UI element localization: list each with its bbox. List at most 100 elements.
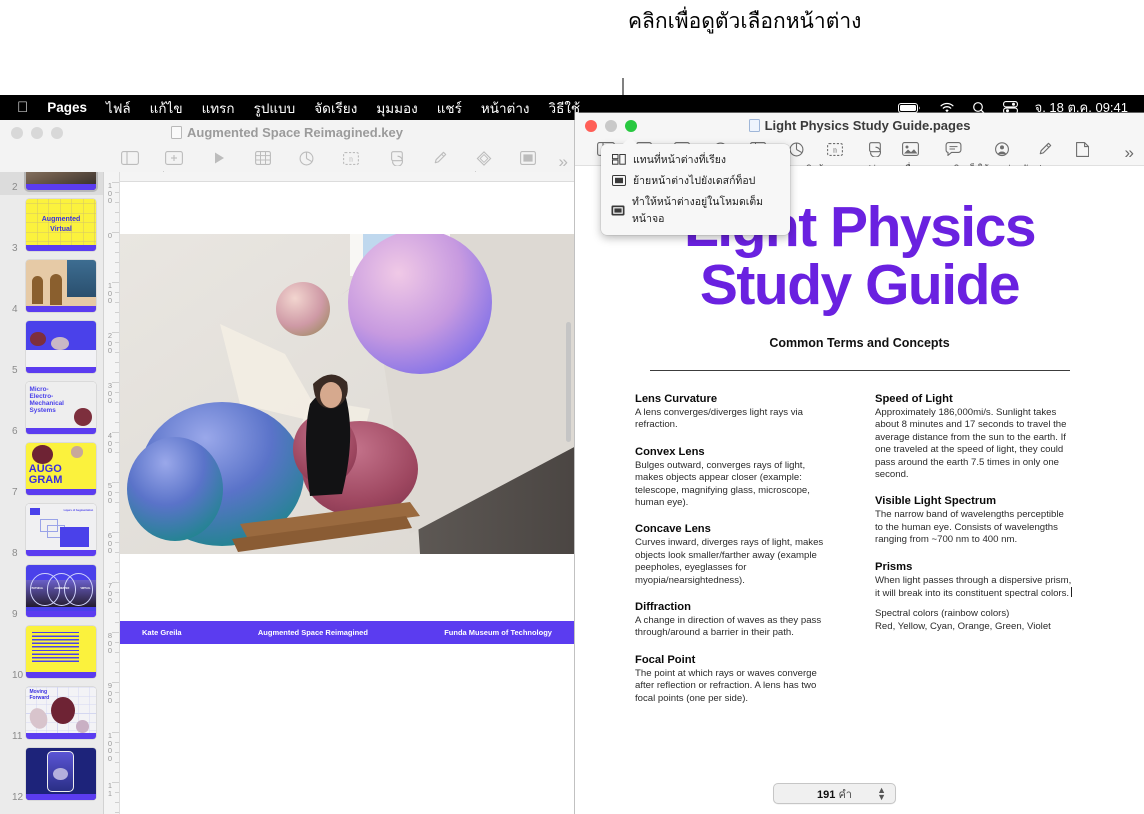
window-options-dropdown[interactable]: แทนที่หน้าต่างที่เรียง ย้ายหน้าต่างไปยัง… [601, 144, 790, 235]
keynote-canvas[interactable]: 1000100200300400500600700800900100011 [104, 172, 574, 814]
ruler-tick-mark [115, 652, 119, 653]
keynote-title-bar[interactable]: Augmented Space Reimagined.key มุมมอง เพ… [0, 120, 574, 172]
slide-thumbnail[interactable]: AUGOGRAM [26, 443, 96, 495]
document-term-body: Bulges outward, converges rays of light,… [635, 460, 833, 510]
slide-thumbnail[interactable]: AugmentedVirtual [26, 199, 96, 251]
slide-thumbnail-footer-bar [26, 672, 96, 678]
document-term-heading: Lens Curvature [635, 393, 833, 405]
menu-item-edit[interactable]: แก้ไข [150, 97, 183, 119]
ruler-tick-mark [115, 612, 119, 613]
menu-item-insert[interactable]: แทรก [202, 97, 235, 119]
slide-navigator-item[interactable]: 3 AugmentedVirtual [0, 195, 103, 256]
ruler-tick-mark [115, 262, 119, 263]
document-divider [650, 370, 1070, 371]
slide-navigator-item[interactable]: 9 PHYSICALAUGMENTEDVIRTUAL [0, 561, 103, 622]
comment-icon [930, 139, 978, 159]
ruler-tick-label: 0 [106, 232, 114, 240]
document-icon [1064, 139, 1102, 159]
slide-thumbnail[interactable]: Micro-Electro-MechanicalSystems [26, 382, 96, 434]
ruler-tick-label: 1000 [106, 732, 114, 762]
ruler-tick-mark [115, 712, 119, 713]
slide-navigator-item[interactable]: 8 Layers of Augmentation [0, 500, 103, 561]
document-term: Convex Lens Bulges outward, converges ray… [635, 446, 833, 510]
slide-navigator-item[interactable]: 6 Micro-Electro-MechanicalSystems [0, 378, 103, 439]
slide-navigator-item[interactable]: 11 MovingForward [0, 683, 103, 744]
collaborate-icon [978, 139, 1026, 159]
slide-thumbnail[interactable] [26, 321, 96, 373]
slide-navigator-item[interactable]: 12 [0, 744, 103, 805]
ruler-tick-mark [115, 502, 119, 503]
menu-item-view[interactable]: มุมมอง [376, 97, 417, 119]
shape-icon [373, 148, 417, 168]
menu-item-arrange[interactable]: จัดเรียง [314, 97, 357, 119]
pages-toolbar-overflow-icon[interactable]: » [1125, 143, 1134, 163]
ruler-tick-label: 600 [106, 532, 114, 555]
slide-thumbnail[interactable] [26, 172, 96, 190]
slide-navigator-item[interactable]: 5 [0, 317, 103, 378]
document-term-heading: Visible Light Spectrum [875, 495, 1073, 507]
document-term: Speed of LightApproximately 186,000mi/s.… [875, 393, 1073, 481]
tile-windows-icon [611, 154, 626, 165]
ruler-tick-mark [115, 292, 119, 293]
ruler-tick-mark [112, 532, 119, 533]
ruler-tick-mark [115, 562, 119, 563]
slide-thumbnail[interactable]: MovingForward [26, 687, 96, 739]
document-term-heading: Convex Lens [635, 446, 833, 458]
document-term-body: The point at which rays or waves converg… [635, 668, 833, 705]
add-slide-icon [152, 148, 196, 168]
slide-thumbnail[interactable] [26, 748, 96, 800]
menu-item-window[interactable]: หน้าต่าง [481, 97, 530, 119]
slide-navigator-item[interactable]: 4 [0, 256, 103, 317]
slide-navigator-item[interactable]: 2 [0, 172, 103, 195]
apple-logo-icon[interactable]:  [17, 100, 28, 115]
word-count-stepper-icon[interactable]: ▲▼ [877, 787, 886, 801]
keynote-slide-view[interactable]: Kate Greila Augmented Space Reimagined F… [120, 182, 574, 814]
keynote-toolbar-overflow-icon[interactable]: » [559, 152, 568, 172]
pages-document-title: Light Physics Study Guide.pages [765, 118, 971, 133]
battery-icon[interactable] [898, 102, 922, 114]
dropdown-item-move-to-desktop-label: ย้ายหน้าต่างไปยังเดสก์ท็อป [633, 172, 755, 189]
ruler-tick-label: 900 [106, 682, 114, 705]
slide-thumbnail[interactable] [26, 260, 96, 312]
slide-footer-right: Funda Museum of Technology [444, 628, 552, 637]
menu-item-file[interactable]: ไฟล์ [106, 97, 131, 119]
ruler-tick-label: 400 [106, 432, 114, 455]
slide-navigator-item[interactable]: 7 AUGOGRAM [0, 439, 103, 500]
slide-thumbnail[interactable]: PHYSICALAUGMENTEDVIRTUAL [26, 565, 96, 617]
word-count-badge[interactable]: 191 คำ ▲▼ [773, 783, 896, 804]
keynote-window[interactable]: Augmented Space Reimagined.key มุมมอง เพ… [0, 120, 575, 814]
document-term: PrismsWhen light passes through a disper… [875, 561, 1073, 634]
ruler-tick-mark [112, 432, 119, 433]
slide-thumbnail-footer-bar [26, 245, 96, 251]
menu-item-pages[interactable]: Pages [47, 100, 87, 115]
slide-thumbnail[interactable] [26, 626, 96, 678]
menu-item-format[interactable]: รูปแบบ [254, 97, 296, 119]
ruler-tick-label: 11 [106, 782, 114, 797]
wifi-icon[interactable] [939, 102, 955, 114]
slide-navigator-item[interactable]: 10 [0, 622, 103, 683]
ruler-tick-mark [115, 622, 119, 623]
keynote-slide-navigator[interactable]: 23 AugmentedVirtual4 5 6 Micro-Electro-M… [0, 172, 104, 814]
ruler-tick-mark [112, 632, 119, 633]
document-term-extra: Red, Yellow, Cyan, Orange, Green, Violet [875, 621, 1073, 633]
dropdown-item-tile-window[interactable]: แทนที่หน้าต่างที่เรียง [601, 149, 790, 170]
slide-number: 12 [12, 792, 23, 803]
keynote-document-title: Augmented Space Reimagined.key [187, 125, 403, 140]
play-icon [196, 148, 240, 168]
slide-thumbnail[interactable]: Layers of Augmentation [26, 504, 96, 556]
keynote-canvas-scrollbar[interactable] [566, 322, 571, 442]
ruler-tick-mark [115, 572, 119, 573]
ruler-tick-mark [115, 272, 119, 273]
dropdown-item-move-to-desktop[interactable]: ย้ายหน้าต่างไปยังเดสก์ท็อป [601, 170, 790, 191]
slide-thumbnail-footer-bar [26, 489, 96, 495]
slide-thumbnail-footer-bar [26, 550, 96, 556]
pages-document-canvas[interactable]: Light Physics Study Guide Common Terms a… [575, 166, 1144, 814]
slide-photo-image [120, 234, 574, 554]
ruler-tick-mark [115, 742, 119, 743]
ruler-tick-mark [115, 392, 119, 393]
dropdown-item-enter-fullscreen[interactable]: ทำให้หน้าต่างอยู่ในโหมดเต็มหน้าจอ [601, 191, 790, 229]
menu-item-share[interactable]: แชร์ [437, 97, 462, 119]
ruler-tick-label: 100 [106, 182, 114, 205]
ruler-tick-label: 500 [106, 482, 114, 505]
document-term-body: The narrow band of wavelengths perceptib… [875, 509, 1073, 546]
